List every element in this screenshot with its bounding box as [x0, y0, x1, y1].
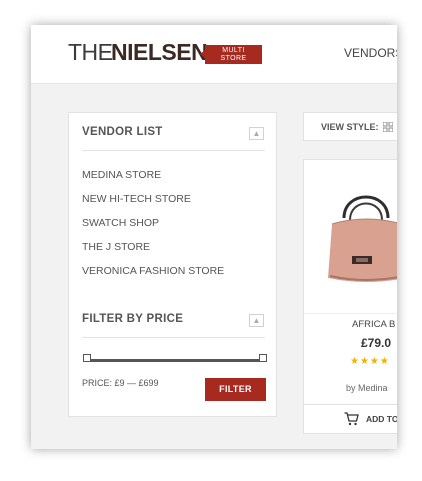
main-content: VENDOR LIST ▲ MEDINA STORE NEW HI-TECH S…: [31, 84, 397, 449]
logo-badge[interactable]: MULTI STORE: [200, 45, 262, 64]
vendor-item-swatch[interactable]: SWATCH SHOP: [82, 217, 159, 229]
logo-nielsen[interactable]: NIELSEN: [111, 39, 208, 66]
filter-button[interactable]: FILTER: [205, 378, 266, 401]
chevron-up-icon[interactable]: ▲: [249, 314, 264, 327]
site-header: THE NIELSEN MULTI STORE VENDORS: [31, 25, 397, 84]
vendor-item-medina[interactable]: MEDINA STORE: [82, 169, 161, 181]
sidebar: VENDOR LIST ▲ MEDINA STORE NEW HI-TECH S…: [68, 112, 277, 417]
product-price: £79.0: [361, 336, 392, 350]
logo-badge-line2: STORE: [220, 55, 247, 62]
price-slider-max-handle[interactable]: [259, 354, 267, 362]
price-slider-track[interactable]: [87, 359, 263, 362]
product-vendor[interactable]: by Medina: [346, 383, 388, 393]
logo-badge-line1: MULTI: [222, 47, 245, 54]
nav-vendors-link[interactable]: VENDORS: [344, 46, 397, 60]
view-style-label: VIEW STYLE:: [321, 122, 379, 132]
cart-icon: [344, 412, 359, 426]
filter-divider: [82, 337, 265, 338]
grid-icon[interactable]: [383, 122, 393, 132]
handbag-image[interactable]: [326, 180, 397, 290]
product-card[interactable]: AFRICA B £79.0 ★★★★ by Medina ADD TO: [303, 159, 397, 434]
vendor-list-title: VENDOR LIST: [82, 126, 163, 138]
chevron-up-icon[interactable]: ▲: [249, 127, 264, 140]
price-range-label: PRICE: £9 — £699: [82, 378, 159, 388]
price-slider-min-handle[interactable]: [83, 354, 91, 362]
add-to-cart-button[interactable]: ADD TO: [304, 404, 397, 433]
product-rating-stars: ★★★★: [350, 356, 390, 367]
logo-the[interactable]: THE: [68, 39, 113, 66]
vendor-item-the-j[interactable]: THE J STORE: [82, 241, 150, 253]
filter-by-price-title: FILTER BY PRICE: [82, 313, 184, 325]
view-style-bar: VIEW STYLE:: [303, 112, 397, 141]
product-divider: [304, 313, 397, 314]
vendor-list-divider: [82, 150, 265, 151]
add-to-cart-label: ADD TO: [366, 414, 397, 424]
vendor-item-new-hi-tech[interactable]: NEW HI-TECH STORE: [82, 193, 191, 205]
browser-frame: THE NIELSEN MULTI STORE VENDORS VENDOR L…: [31, 25, 397, 449]
vendor-item-veronica[interactable]: VERONICA FASHION STORE: [82, 265, 224, 277]
product-name[interactable]: AFRICA B: [352, 319, 395, 330]
